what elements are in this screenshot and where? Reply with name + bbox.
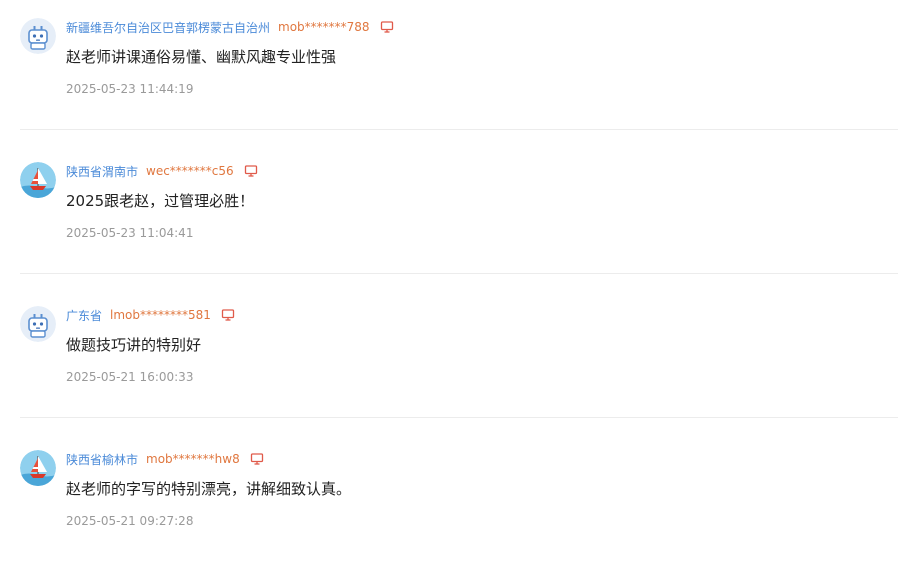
computer-monitor-icon [380, 20, 394, 34]
robot-avatar[interactable] [20, 306, 56, 342]
comment-item: 新疆维吾尔自治区巴音郭楞蒙古自治州 mob*******788 赵老师讲课通俗易… [0, 0, 898, 144]
comment-item: 广东省 lmob********581 做题技巧讲的特别好 2025-05-21… [0, 288, 898, 432]
divider [20, 417, 898, 418]
sailboat-avatar[interactable] [20, 162, 56, 198]
comment-meta: 广东省 lmob********581 [66, 306, 235, 324]
computer-monitor-icon [244, 164, 258, 178]
user-location: 陕西省榆林市 [66, 452, 139, 467]
comment-content: 赵老师讲课通俗易懂、幽默风趣专业性强 [66, 48, 337, 66]
user-location: 陕西省渭南市 [66, 164, 139, 179]
computer-monitor-icon [221, 308, 235, 322]
comment-item: 陕西省榆林市 mob*******hw8 赵老师的字写的特别漂亮，讲解细致认真。… [0, 432, 898, 576]
comment-content: 赵老师的字写的特别漂亮，讲解细致认真。 [66, 480, 352, 498]
robot-avatar[interactable] [20, 18, 56, 54]
divider [20, 273, 898, 274]
user-location: 广东省 [66, 308, 103, 323]
comment-meta: 陕西省榆林市 mob*******hw8 [66, 450, 264, 468]
comment-timestamp: 2025-05-21 09:27:28 [66, 514, 194, 528]
comment-timestamp: 2025-05-23 11:04:41 [66, 226, 194, 240]
comment-meta: 陕西省渭南市 wec*******c56 [66, 162, 258, 180]
comment-timestamp: 2025-05-23 11:44:19 [66, 82, 194, 96]
sailboat-avatar[interactable] [20, 450, 56, 486]
comment-content: 做题技巧讲的特别好 [66, 336, 202, 354]
divider [20, 129, 898, 130]
comment-content: 2025跟老赵，过管理必胜！ [66, 192, 255, 210]
username[interactable]: lmob********581 [110, 308, 211, 322]
computer-monitor-icon [250, 452, 264, 466]
comment-meta: 新疆维吾尔自治区巴音郭楞蒙古自治州 mob*******788 [66, 18, 394, 36]
username[interactable]: wec*******c56 [146, 164, 234, 178]
user-location: 新疆维吾尔自治区巴音郭楞蒙古自治州 [66, 20, 271, 35]
comment-timestamp: 2025-05-21 16:00:33 [66, 370, 194, 384]
username[interactable]: mob*******hw8 [146, 452, 240, 466]
comment-item: 陕西省渭南市 wec*******c56 2025跟老赵，过管理必胜！ 2025… [0, 144, 898, 288]
username[interactable]: mob*******788 [278, 20, 370, 34]
